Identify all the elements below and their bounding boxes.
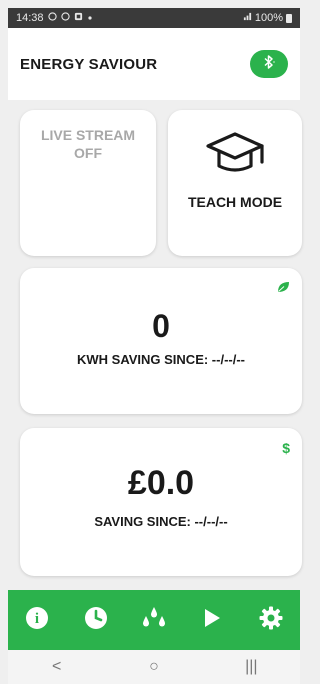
money-saving-card: $ £0.0 SAVING SINCE: --/--/-- <box>20 428 302 576</box>
kwh-saving-card: 0 KWH SAVING SINCE: --/--/-- <box>20 268 302 414</box>
live-stream-status: LIVE STREAM OFF <box>20 126 156 162</box>
nav-play[interactable] <box>194 602 230 638</box>
svg-text:i: i <box>35 611 39 627</box>
whatsapp-icon <box>60 12 70 24</box>
status-right: 100% <box>243 12 292 24</box>
gallery-icon <box>74 12 83 24</box>
live-stream-state: OFF <box>74 145 102 161</box>
dollar-icon: $ <box>282 440 290 456</box>
nav-settings[interactable] <box>253 602 289 638</box>
info-icon: i <box>25 606 49 635</box>
app-header: ENERGY SAVIOUR <box>8 28 300 100</box>
water-drops-icon <box>141 606 167 635</box>
live-stream-card[interactable]: LIVE STREAM OFF <box>20 110 156 256</box>
dot-icon <box>87 12 93 24</box>
graduation-cap-icon <box>204 130 266 183</box>
teach-mode-label: TEACH MODE <box>187 194 283 210</box>
nav-water[interactable] <box>136 602 172 638</box>
battery-icon <box>286 13 292 23</box>
app-title: ENERGY SAVIOUR <box>20 55 158 73</box>
signal-icon <box>243 12 252 24</box>
settings-gear-icon <box>259 606 283 635</box>
live-stream-label: LIVE STREAM <box>40 127 136 143</box>
clock-icon <box>84 606 108 635</box>
clock-time: 14:38 <box>16 12 44 24</box>
battery-percent: 100% <box>254 12 283 24</box>
bluetooth-icon <box>262 54 276 75</box>
money-saving-label: SAVING SINCE: --/--/-- <box>94 514 228 529</box>
system-home-button[interactable]: ○ <box>134 658 174 676</box>
status-left: 14:38 <box>16 12 93 24</box>
system-recents-button[interactable]: ||| <box>231 658 271 676</box>
system-back-button[interactable]: < <box>37 658 77 676</box>
play-icon <box>202 607 222 634</box>
status-bar: 14:38 100% <box>8 8 300 28</box>
money-value: £0.0 <box>127 464 195 502</box>
system-nav-bar: < ○ ||| <box>8 650 300 684</box>
nav-info[interactable]: i <box>19 602 55 638</box>
kwh-value: 0 <box>152 308 170 344</box>
nav-history[interactable] <box>78 602 114 638</box>
whatsapp-icon <box>47 12 57 24</box>
bottom-nav: i <box>8 590 300 650</box>
teach-mode-card[interactable]: TEACH MODE <box>168 110 302 256</box>
bluetooth-button[interactable] <box>250 50 288 78</box>
leaf-icon <box>277 280 290 298</box>
kwh-saving-label: KWH SAVING SINCE: --/--/-- <box>76 352 246 367</box>
